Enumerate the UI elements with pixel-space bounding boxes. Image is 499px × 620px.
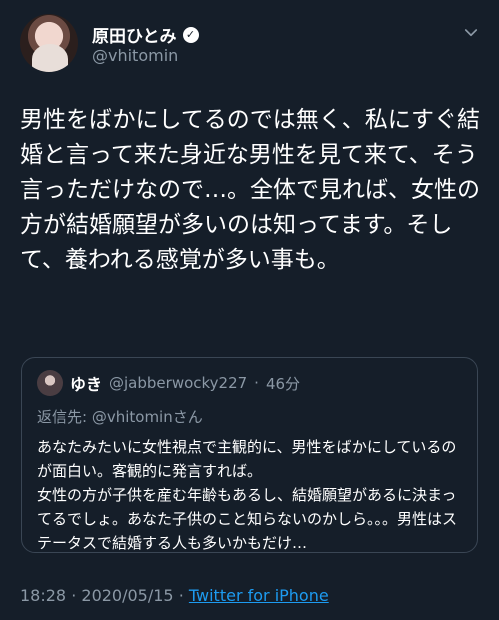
- quoted-author-avatar: [37, 370, 63, 396]
- footer-separator-2: ·: [178, 586, 184, 605]
- author-avatar[interactable]: [20, 14, 78, 72]
- quoted-tweet-text: あなたみたいに女性視点で主観的に、男性をばかにしているのが面白い。客観的に発言す…: [37, 438, 458, 552]
- reply-to-mention[interactable]: @vhitominさん: [92, 408, 203, 426]
- tweet-text: 男性をばかにしてるのでは無く、私にすぐ結婚と言って来た身近な男性を見て来て、そう…: [20, 107, 480, 273]
- quoted-author-name: ゆき: [70, 375, 103, 394]
- tweet-header: 原田ひとみ ✓ @vhitomin: [20, 14, 480, 74]
- tweet-footer: 18:28 · 2020/05/15 · Twitter for iPhone: [20, 586, 329, 605]
- chevron-down-icon[interactable]: [462, 24, 480, 42]
- author-handle[interactable]: @vhitomin: [92, 46, 178, 65]
- tweet-date: 2020/05/15: [81, 586, 174, 605]
- tweet-time: 18:28: [20, 586, 67, 605]
- reply-prefix: 返信先:: [37, 408, 92, 426]
- quoted-tweet-header: ゆき @jabberwocky227 · 46分: [37, 370, 463, 396]
- quoted-time: 46分: [265, 374, 301, 393]
- author-name-row[interactable]: 原田ひとみ ✓: [92, 22, 199, 47]
- quoted-author-handle: @jabberwocky227: [109, 374, 248, 392]
- author-name[interactable]: 原田ひとみ: [92, 22, 177, 47]
- reply-to-line: 返信先: @vhitominさん: [37, 406, 463, 427]
- footer-separator: ·: [71, 586, 77, 605]
- quoted-separator: ·: [254, 374, 259, 392]
- verified-badge-icon: ✓: [182, 26, 199, 43]
- tweet-source-link[interactable]: Twitter for iPhone: [189, 586, 329, 605]
- quoted-tweet[interactable]: ゆき @jabberwocky227 · 46分 返信先: @vhitominさ…: [21, 357, 478, 553]
